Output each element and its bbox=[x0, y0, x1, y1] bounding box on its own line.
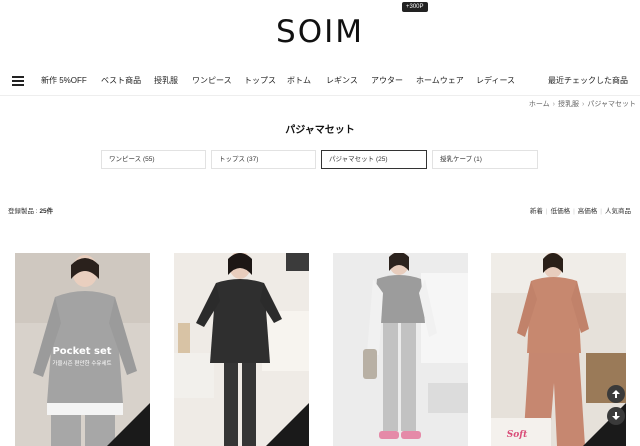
product-image[interactable] bbox=[333, 253, 468, 446]
breadcrumb-nursing[interactable]: 授乳服 bbox=[558, 101, 579, 108]
sort-divider: | bbox=[573, 208, 575, 215]
product-overlay-subtitle: 가을시즌 편안한 수유세트 bbox=[52, 359, 111, 367]
nav-item-ladies[interactable]: レディース bbox=[476, 75, 515, 86]
nav-item-homewear[interactable]: ホームウェア bbox=[416, 75, 464, 86]
sort-divider: | bbox=[600, 208, 602, 215]
product-count-value: 25件 bbox=[39, 208, 54, 215]
nav-item-onepiece[interactable]: ワンピース bbox=[192, 75, 232, 86]
scroll-top-button[interactable] bbox=[607, 385, 625, 403]
chevron-right-icon: › bbox=[582, 101, 585, 108]
nav-item-best[interactable]: ベスト商品 bbox=[101, 75, 141, 86]
chevron-right-icon: › bbox=[552, 101, 555, 108]
point-badge: +300P bbox=[402, 2, 428, 12]
page-title: パジャマセット bbox=[285, 125, 355, 136]
scroll-bottom-button[interactable] bbox=[607, 407, 625, 425]
breadcrumb-home[interactable]: ホーム bbox=[529, 101, 550, 108]
sort-low-price[interactable]: 低価格 bbox=[551, 208, 571, 215]
product-card[interactable]: Soft bbox=[491, 253, 626, 446]
product-overlay-title: Pocket set bbox=[52, 346, 111, 357]
product-count: 登録製品 : 25件 bbox=[8, 205, 53, 215]
category-tab-cape[interactable]: 授乳ケープ (1) bbox=[432, 150, 538, 169]
product-count-label: 登録製品 : bbox=[8, 208, 38, 215]
recently-viewed-link[interactable]: 最近チェックした商品 bbox=[548, 75, 628, 86]
product-card[interactable]: Pocket set 가을시즌 편안한 수유세트 bbox=[15, 253, 150, 446]
category-tab-tops[interactable]: トップス (37) bbox=[211, 150, 316, 169]
product-overlay-title: Soft bbox=[507, 430, 528, 440]
product-image[interactable] bbox=[174, 253, 309, 446]
sort-new[interactable]: 新着 bbox=[530, 208, 543, 215]
main-nav: 新作 5%OFF ベスト商品 授乳服 ワンピース トップス ボトム レギンス ア… bbox=[0, 68, 640, 92]
product-card[interactable] bbox=[333, 253, 468, 446]
product-image[interactable]: Pocket set 가을시즌 편안한 수유세트 bbox=[15, 253, 150, 446]
nav-item-nursing[interactable]: 授乳服 bbox=[154, 75, 178, 86]
sort-divider: | bbox=[545, 208, 548, 215]
product-card[interactable] bbox=[174, 253, 309, 446]
category-tab-onepiece[interactable]: ワンピース (55) bbox=[101, 150, 206, 169]
sort-options: 新着 | 低価格 | 高価格 | 人気商品 bbox=[530, 205, 631, 215]
nav-item-tops[interactable]: トップス bbox=[244, 75, 276, 86]
arrow-down-icon bbox=[612, 412, 620, 420]
category-tab-pajama[interactable]: パジャマセット (25) bbox=[321, 150, 427, 169]
logo[interactable]: SOIM bbox=[0, 14, 640, 50]
product-image[interactable]: Soft bbox=[491, 253, 626, 446]
arrow-up-icon bbox=[612, 390, 620, 398]
nav-item-new[interactable]: 新作 5%OFF bbox=[41, 75, 87, 86]
nav-item-leggings[interactable]: レギンス bbox=[326, 75, 358, 86]
nav-item-outer[interactable]: アウター bbox=[371, 75, 403, 86]
sort-popular[interactable]: 人気商品 bbox=[605, 208, 631, 215]
nav-divider bbox=[0, 95, 640, 96]
nav-item-bottoms[interactable]: ボトム bbox=[287, 75, 311, 86]
breadcrumb: ホーム › 授乳服 › パジャマセット bbox=[529, 99, 636, 109]
sort-high-price[interactable]: 高価格 bbox=[578, 208, 598, 215]
breadcrumb-current: パジャマセット bbox=[587, 101, 636, 108]
menu-icon[interactable] bbox=[12, 76, 24, 86]
